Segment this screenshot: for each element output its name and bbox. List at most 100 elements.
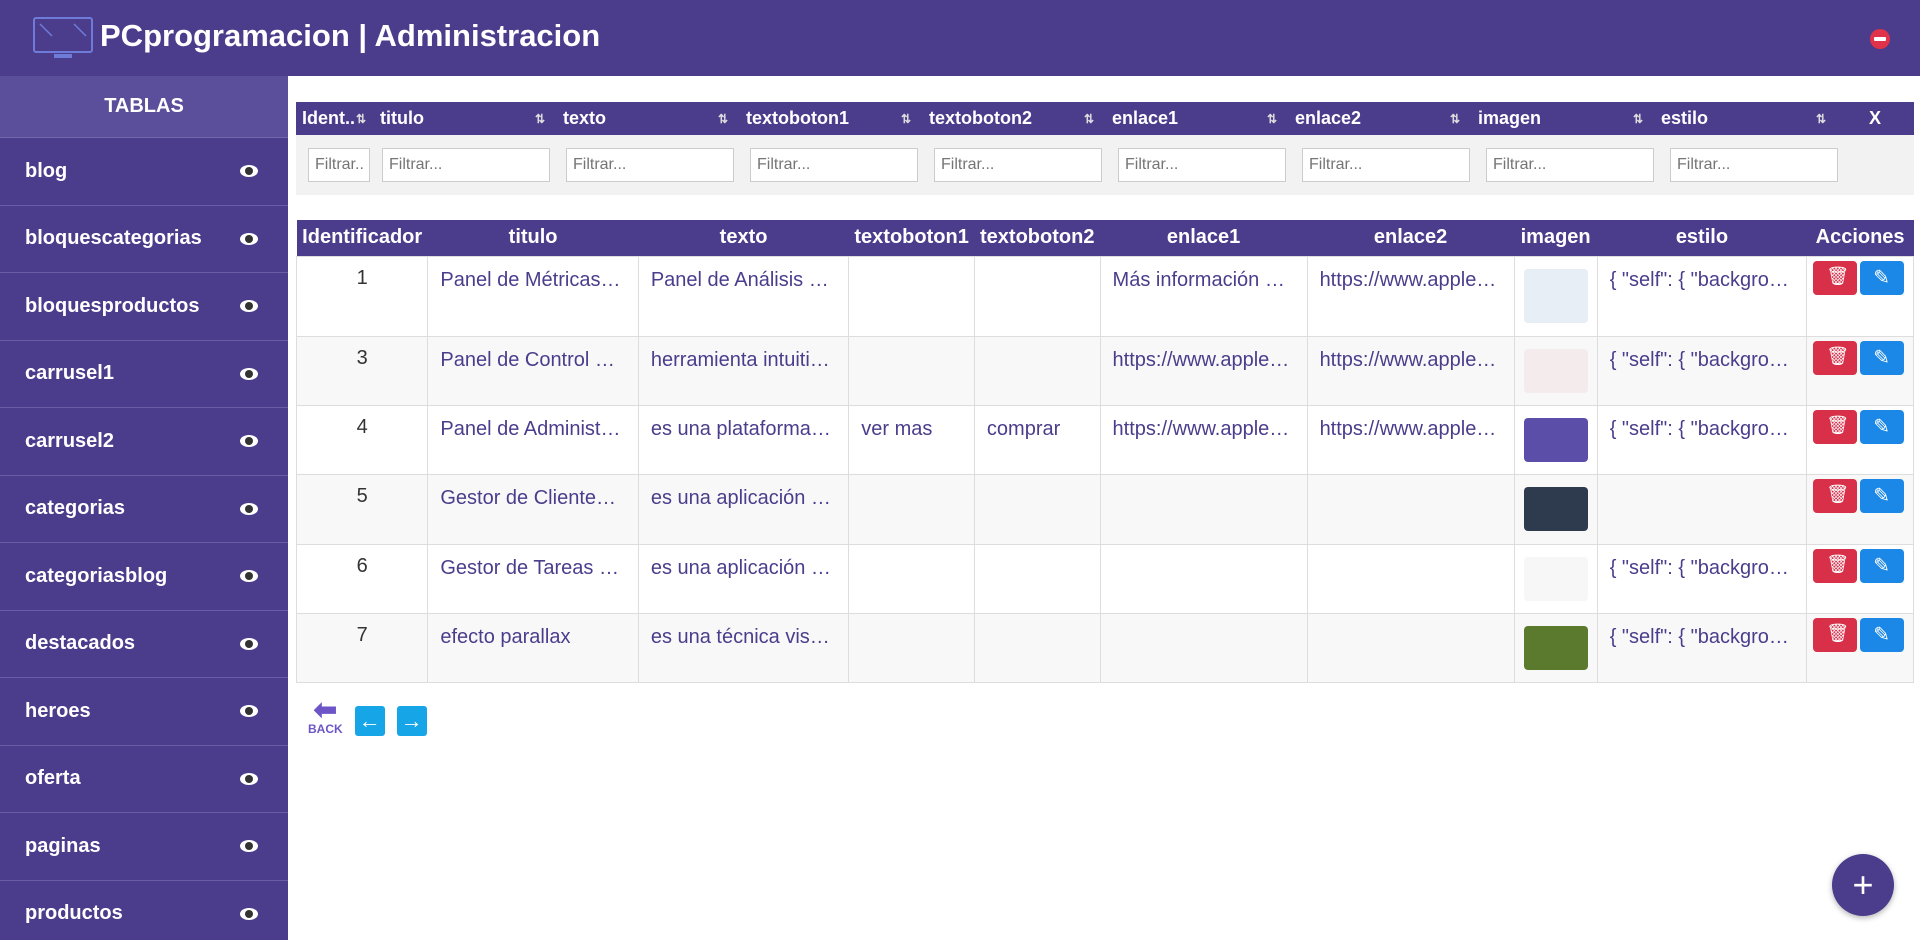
sort-icon[interactable]: ⇅ (1450, 112, 1460, 126)
edit-button[interactable] (1860, 548, 1905, 583)
sidebar-item-carrusel1[interactable]: carrusel1 (0, 341, 288, 408)
next-page-button[interactable]: → (396, 706, 427, 736)
sidebar-item-productos[interactable]: productos (0, 881, 288, 940)
filter-input-estilo[interactable] (1670, 148, 1838, 182)
filter-input-textoboton2[interactable] (934, 148, 1102, 182)
delete-button[interactable] (1813, 617, 1858, 652)
sort-icon[interactable]: ⇅ (901, 112, 911, 126)
column-header[interactable]: estilo (1597, 220, 1807, 256)
delete-button[interactable] (1813, 260, 1858, 295)
cell-enlace1: Más información … (1099, 255, 1308, 337)
eye-icon[interactable] (240, 637, 258, 650)
image-thumbnail[interactable] (1523, 556, 1588, 601)
eye-icon[interactable] (240, 772, 258, 785)
back-button[interactable]: ⬅ BACK (308, 696, 343, 737)
column-header[interactable]: Identificador (296, 220, 428, 256)
sort-icon[interactable]: ⇅ (356, 112, 366, 126)
column-header[interactable]: enlace1 (1100, 220, 1308, 256)
image-thumbnail[interactable] (1523, 625, 1588, 670)
eye-icon[interactable] (240, 435, 258, 448)
sidebar-item-bloquescategorias[interactable]: bloquescategorias (0, 206, 288, 273)
table-row[interactable]: 7 efecto parallax es una técnica vis… { "se… (295, 612, 1914, 683)
sidebar-item-label: destacados (25, 632, 136, 655)
filter-input-Ident..[interactable] (308, 148, 370, 182)
sidebar-item-paginas[interactable]: paginas (0, 813, 288, 881)
filter-header-0[interactable]: Ident.. ⇅ (296, 108, 372, 129)
sidebar-item-categorias[interactable]: categorias (0, 476, 288, 543)
column-header[interactable]: texto (638, 220, 849, 256)
sidebar-item-oferta[interactable]: oferta (0, 746, 288, 813)
cell-textoboton2 (973, 543, 1101, 614)
cell-titulo: Gestor de Tareas … (427, 543, 639, 614)
image-thumbnail[interactable] (1523, 348, 1588, 393)
delete-button[interactable] (1813, 409, 1858, 444)
filter-input-imagen[interactable] (1486, 148, 1654, 182)
eye-icon[interactable] (240, 907, 258, 920)
sidebar-item-categoriasblog[interactable]: categoriasblog (0, 543, 288, 611)
filter-input-enlace1[interactable] (1118, 148, 1286, 182)
filter-header-1[interactable]: titulo ⇅ (372, 108, 555, 129)
table-row[interactable]: 6 Gestor de Tareas … es una aplicación … { … (295, 543, 1914, 614)
sidebar-item-bloquesproductos[interactable]: bloquesproductos (0, 273, 288, 341)
delete-button[interactable] (1813, 340, 1858, 375)
eye-icon[interactable] (240, 570, 258, 583)
table-row[interactable]: 1 Panel de Métricas… Panel de Análisis … Má… (295, 255, 1914, 337)
column-header[interactable]: titulo (427, 220, 639, 256)
filter-input-enlace2[interactable] (1302, 148, 1470, 182)
cell-textoboton1 (848, 255, 975, 337)
eye-icon[interactable] (240, 502, 258, 515)
column-header[interactable]: textoboton1 (848, 220, 975, 256)
sort-icon[interactable]: ⇅ (1267, 112, 1277, 126)
column-header[interactable]: Acciones (1806, 220, 1914, 256)
filter-input-titulo[interactable] (382, 148, 550, 182)
sort-icon[interactable]: ⇅ (1816, 112, 1826, 126)
edit-button[interactable] (1860, 617, 1905, 652)
table-row[interactable]: 5 Gestor de Cliente… es una aplicación … (295, 473, 1914, 545)
sort-icon[interactable]: ⇅ (1633, 112, 1643, 126)
edit-button[interactable] (1860, 340, 1905, 375)
eye-icon[interactable] (240, 232, 258, 245)
image-thumbnail[interactable] (1523, 268, 1588, 323)
eye-icon[interactable] (240, 367, 258, 380)
sidebar-item-heroes[interactable]: heroes (0, 678, 288, 746)
filter-header-4[interactable]: textoboton2 ⇅ (921, 108, 1104, 129)
clear-filters-button[interactable]: X (1836, 108, 1914, 129)
delete-button[interactable] (1813, 478, 1858, 513)
sidebar-item-carrusel2[interactable]: carrusel2 (0, 408, 288, 476)
eye-icon[interactable] (240, 300, 258, 313)
edit-button[interactable] (1860, 409, 1905, 444)
filter-header-5[interactable]: enlace1 ⇅ (1104, 108, 1287, 129)
eye-icon[interactable] (240, 165, 258, 178)
filter-header-7[interactable]: imagen ⇅ (1470, 108, 1653, 129)
prev-page-button[interactable]: ← (354, 706, 385, 736)
column-header[interactable]: textoboton2 (974, 220, 1101, 256)
image-thumbnail[interactable] (1523, 486, 1588, 531)
eye-icon[interactable] (240, 840, 258, 853)
sort-icon[interactable]: ⇅ (718, 112, 728, 126)
filter-header-6[interactable]: enlace2 ⇅ (1287, 108, 1470, 129)
filter-header-3[interactable]: textoboton1 ⇅ (738, 108, 921, 129)
column-header[interactable]: enlace2 (1307, 220, 1515, 256)
sort-icon[interactable]: ⇅ (535, 112, 545, 126)
column-header[interactable]: imagen (1514, 220, 1598, 256)
edit-button[interactable] (1860, 260, 1905, 295)
sidebar-item-blog[interactable]: blog (0, 138, 288, 206)
table-row[interactable]: 4 Panel de Administ… es una plataforma… ver… (295, 404, 1914, 475)
filter-header-2[interactable]: texto ⇅ (555, 108, 738, 129)
sidebar-item-label: categorias (25, 497, 126, 520)
eye-icon[interactable] (240, 705, 258, 718)
filter-header-8[interactable]: estilo ⇅ (1653, 108, 1836, 129)
image-thumbnail[interactable] (1523, 417, 1588, 462)
table-row[interactable]: 3 Panel de Control … herramienta intuiti… h… (295, 335, 1914, 406)
edit-button[interactable] (1860, 478, 1905, 513)
sidebar-item-label: bloquesproductos (25, 294, 200, 317)
sort-icon[interactable]: ⇅ (1084, 112, 1094, 126)
delete-button[interactable] (1813, 548, 1858, 583)
cell-estilo: { "self": { "backgro… (1596, 543, 1808, 614)
filter-input-textoboton1[interactable] (750, 148, 918, 182)
filter-input-texto[interactable] (566, 148, 734, 182)
sidebar-item-destacados[interactable]: destacados (0, 611, 288, 678)
add-record-button[interactable]: + (1832, 854, 1894, 916)
close-icon[interactable] (1870, 29, 1890, 49)
cell-texto: es una técnica vis… (637, 612, 850, 683)
